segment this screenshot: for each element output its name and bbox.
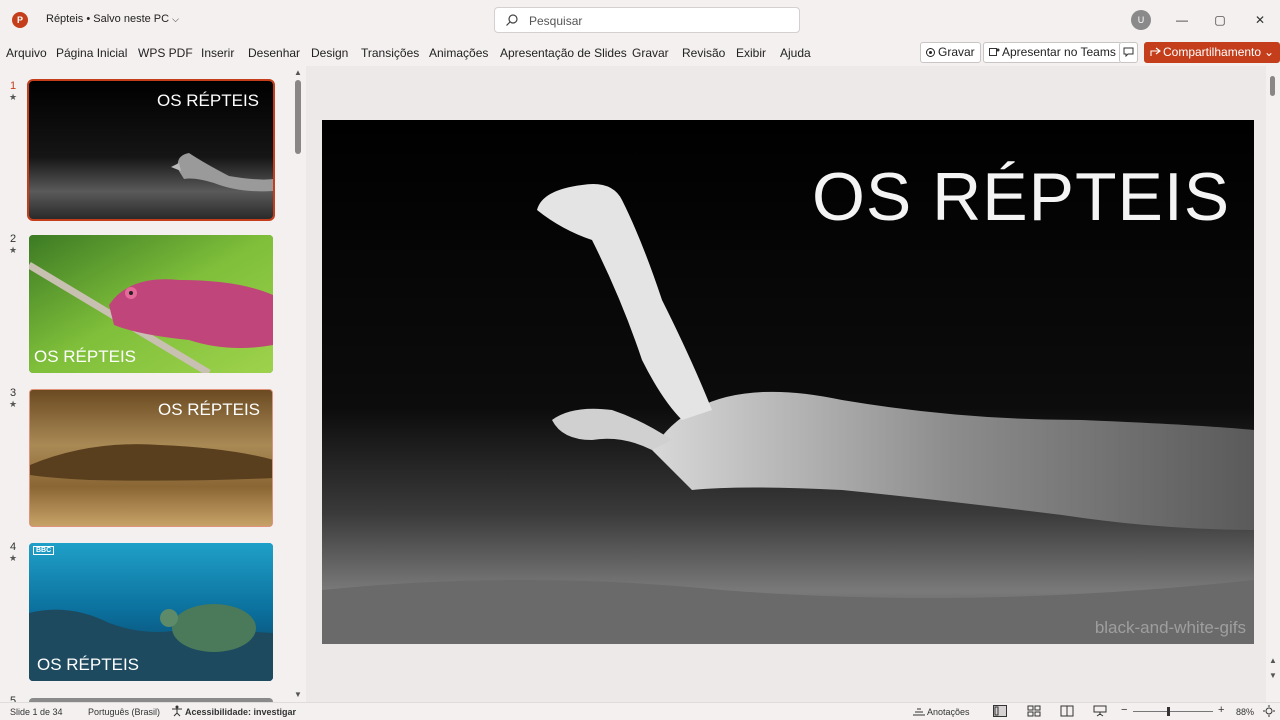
- record-button[interactable]: Gravar: [920, 42, 981, 63]
- tab-exibir[interactable]: Exibir: [736, 46, 766, 60]
- transition-star-icon: ★: [9, 92, 18, 102]
- present-in-teams-button[interactable]: Apresentar no Teams: [983, 42, 1122, 63]
- thumbnail-title: OS RÉPTEIS: [37, 655, 140, 674]
- zoom-in-button[interactable]: +: [1218, 704, 1224, 716]
- document-title[interactable]: Répteis • Salvo neste PC ⌵: [46, 13, 179, 25]
- share-button[interactable]: Compartilhamento ⌄: [1144, 42, 1280, 63]
- tab-design[interactable]: Design: [311, 46, 348, 60]
- thumbnail-title: OS RÉPTEIS: [34, 347, 137, 366]
- notes-button[interactable]: Anotações: [927, 707, 970, 717]
- user-avatar[interactable]: U: [1131, 10, 1151, 30]
- notes-icon: [913, 708, 925, 716]
- share-label: Compartilhamento: [1163, 45, 1262, 59]
- share-chevron-icon: ⌄: [1264, 45, 1275, 59]
- fit-slide-icon[interactable]: [1262, 705, 1276, 717]
- slide-thumbnail-3[interactable]: OS RÉPTEIS: [29, 389, 273, 527]
- tab-apresentacao-de-slides[interactable]: Apresentação de Slides: [500, 46, 627, 60]
- previous-slide-arrow-icon[interactable]: ▲: [1269, 656, 1277, 665]
- tab-inserir[interactable]: Inserir: [201, 46, 234, 60]
- tab-pagina-inicial[interactable]: Página Inicial: [56, 46, 127, 60]
- tab-revisao[interactable]: Revisão: [682, 46, 725, 60]
- slide-number: 2: [10, 233, 17, 245]
- comments-button[interactable]: [1119, 42, 1138, 63]
- accessibility-icon: [172, 705, 182, 717]
- slide-thumbnail-4[interactable]: BBC OS RÉPTEIS: [29, 543, 273, 681]
- tab-gravar[interactable]: Gravar: [632, 46, 669, 60]
- status-bar: Slide 1 de 34 Português (Brasil) Acessib…: [0, 702, 1280, 720]
- record-icon: [926, 48, 935, 57]
- tab-arquivo[interactable]: Arquivo: [6, 46, 47, 60]
- scroll-thumb[interactable]: [295, 80, 301, 154]
- teams-label: Apresentar no Teams: [1002, 45, 1116, 59]
- zoom-out-button[interactable]: −: [1121, 704, 1127, 716]
- title-bar: P Répteis • Salvo neste PC ⌵ Pesquisar U …: [0, 0, 1280, 40]
- thumbnails-scrollbar[interactable]: ▲ ▼: [292, 66, 304, 702]
- current-slide[interactable]: OS RÉPTEIS black-and-white-gifs: [322, 120, 1254, 644]
- accessibility-status[interactable]: Acessibilidade: investigar: [185, 707, 296, 717]
- slide-thumbnail-2[interactable]: OS RÉPTEIS: [29, 235, 273, 373]
- maximize-button[interactable]: ▢: [1206, 8, 1234, 32]
- search-placeholder: Pesquisar: [529, 14, 583, 28]
- tab-ajuda[interactable]: Ajuda: [780, 46, 811, 60]
- zoom-level[interactable]: 88%: [1236, 707, 1254, 717]
- chevron-down-icon: ⌵: [172, 14, 179, 24]
- slide-sorter-icon[interactable]: [1027, 705, 1041, 717]
- scroll-up-arrow-icon[interactable]: ▲: [294, 68, 302, 77]
- reading-view-icon[interactable]: [1060, 705, 1074, 717]
- teams-icon: [989, 48, 1000, 56]
- tab-animacoes[interactable]: Animações: [429, 46, 488, 60]
- share-icon: [1150, 47, 1161, 56]
- gif-watermark: black-and-white-gifs: [1094, 618, 1246, 637]
- record-label: Gravar: [938, 45, 975, 59]
- search-icon: [506, 14, 518, 26]
- slide-title[interactable]: OS RÉPTEIS: [812, 158, 1230, 236]
- scroll-thumb[interactable]: [1270, 76, 1275, 96]
- slide-thumbnails-pane: 1 ★ OS RÉPTEIS 2 ★ OS RÉPTEIS 3 ★ OS RÉP…: [0, 66, 306, 702]
- document-title-text: Répteis • Salvo neste PC: [46, 13, 170, 25]
- slide-editing-area: OS RÉPTEIS black-and-white-gifs: [306, 66, 1266, 702]
- transition-star-icon: ★: [9, 553, 18, 563]
- comment-icon: [1123, 47, 1134, 58]
- slide-number: 5: [10, 695, 17, 702]
- transition-star-icon: ★: [9, 245, 18, 255]
- search-box[interactable]: Pesquisar: [494, 7, 800, 33]
- minimize-button[interactable]: —: [1168, 8, 1196, 32]
- slide-counter: Slide 1 de 34: [10, 707, 63, 717]
- slideshow-icon[interactable]: [1093, 705, 1107, 717]
- slide-number: 3: [10, 387, 17, 399]
- slide-number: 4: [10, 541, 17, 553]
- language-indicator[interactable]: Português (Brasil): [88, 707, 160, 717]
- tab-transicoes[interactable]: Transições: [361, 46, 419, 60]
- close-button[interactable]: ✕: [1246, 8, 1274, 32]
- thumbnail-title: OS RÉPTEIS: [158, 400, 261, 419]
- tab-desenhar[interactable]: Desenhar: [248, 46, 300, 60]
- slide-area-scrollbar[interactable]: ▲ ▼: [1266, 66, 1280, 702]
- slide-number: 1: [10, 80, 17, 92]
- bbc-badge: BBC: [33, 546, 55, 555]
- thumbnail-title: OS RÉPTEIS: [157, 91, 260, 110]
- zoom-slider-track[interactable]: [1133, 711, 1213, 712]
- powerpoint-logo-icon: P: [12, 12, 28, 28]
- tab-wps-pdf[interactable]: WPS PDF: [138, 46, 193, 60]
- zoom-slider-knob[interactable]: [1167, 707, 1170, 716]
- next-slide-arrow-icon[interactable]: ▼: [1269, 671, 1277, 680]
- slide-thumbnail-1[interactable]: OS RÉPTEIS: [27, 79, 275, 221]
- transition-star-icon: ★: [9, 399, 18, 409]
- scroll-down-arrow-icon[interactable]: ▼: [294, 690, 302, 699]
- normal-view-icon[interactable]: [993, 705, 1007, 717]
